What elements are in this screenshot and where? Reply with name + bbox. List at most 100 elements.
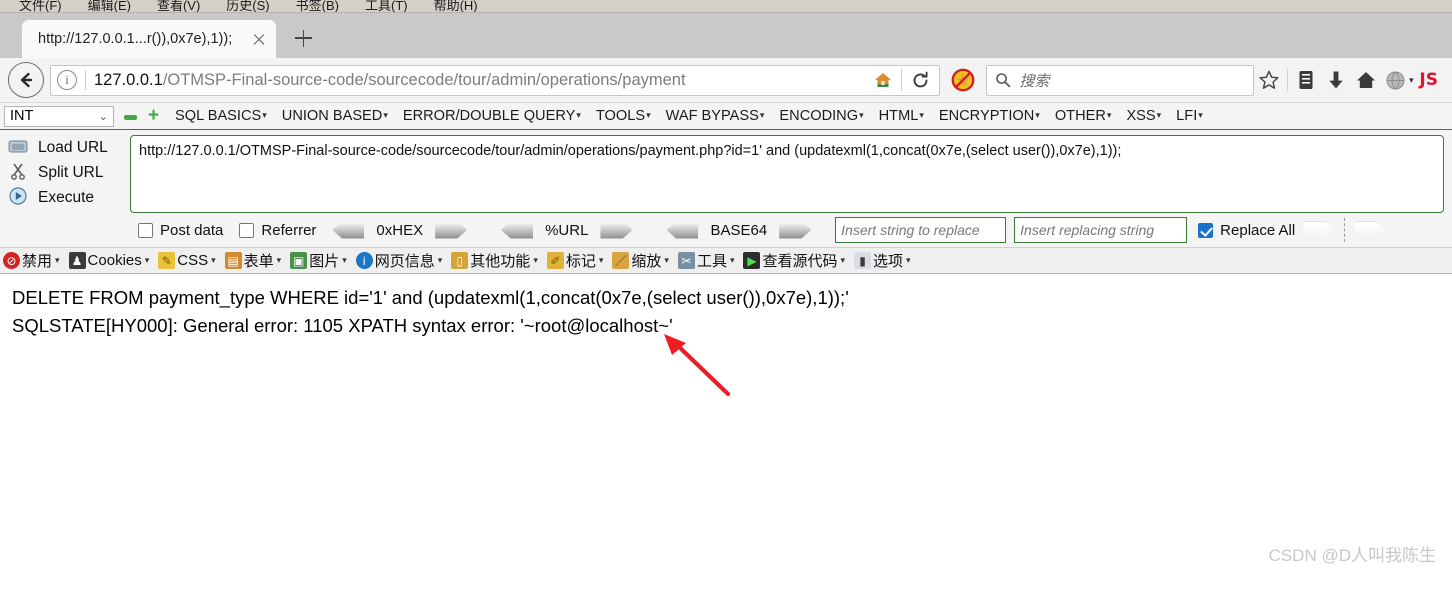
wd-item-resize[interactable]: ／ 缩放 ▾: [612, 250, 669, 271]
misc-icon: ▯: [451, 252, 469, 269]
hex-decode-button[interactable]: [332, 221, 365, 239]
hackbar-actions: Load URL Split URL Execute: [0, 135, 130, 213]
caret-down-icon: ▾: [646, 110, 651, 120]
caret-down-icon: ▾: [533, 255, 538, 265]
base64-encode-button[interactable]: [779, 221, 812, 239]
wd-item-misc[interactable]: ▯ 其他功能 ▾: [451, 250, 538, 271]
url-decode-button[interactable]: [501, 221, 534, 239]
referrer-label: Referrer: [261, 221, 317, 239]
account-globe-icon[interactable]: ▾: [1381, 65, 1417, 95]
scissors-icon: [6, 162, 30, 184]
address-bar[interactable]: i 127.0.0.1/OTMSP-Final-source-code/sour…: [50, 64, 941, 96]
wd-label: 工具: [696, 253, 727, 270]
hackbar-menu-encoding[interactable]: ENCODING▾: [779, 108, 863, 124]
watermark: CSDN @D人叫我陈生: [1268, 546, 1436, 565]
resize-ruler-icon: ／: [612, 252, 630, 269]
menu-bookmarks[interactable]: 书签(B): [283, 0, 352, 12]
hackbar-menu-html[interactable]: HTML▾: [879, 108, 924, 124]
hackbar-menu-error-double-query[interactable]: ERROR/DOUBLE QUERY▾: [403, 108, 581, 124]
split-url-button[interactable]: Split URL: [6, 160, 130, 185]
close-icon[interactable]: [248, 28, 270, 50]
wd-item-view-source[interactable]: ▶ 查看源代码 ▾: [743, 250, 845, 271]
wd-item-css[interactable]: ✎ CSS ▾: [158, 252, 216, 269]
referrer-checkbox[interactable]: [239, 222, 255, 238]
menu-view[interactable]: 查看(V): [144, 0, 213, 12]
replace-with-input[interactable]: Insert replacing string: [1014, 217, 1188, 243]
download-arrow-icon[interactable]: [1321, 65, 1351, 95]
hackbar-menu-encryption[interactable]: ENCRYPTION▾: [939, 108, 1040, 124]
payload-type-select[interactable]: INT ⌄: [4, 105, 114, 127]
wd-item-outline[interactable]: ✐ 标记 ▾: [546, 250, 603, 271]
hackbar-body: Load URL Split URL Execute http://127.0.…: [0, 130, 1452, 213]
wd-item-cookies[interactable]: ♟ Cookies ▾: [68, 252, 149, 269]
hackbar-menu-other[interactable]: OTHER▾: [1055, 108, 1112, 124]
execute-button[interactable]: Execute: [6, 185, 130, 210]
caret-down-icon: ▾: [383, 110, 388, 120]
wd-item-forms[interactable]: ▤ 表单 ▾: [224, 250, 281, 271]
home-button-icon[interactable]: [1351, 65, 1381, 95]
wd-item-page-info[interactable]: i 网页信息 ▾: [355, 250, 442, 271]
cookies-icon: ♟: [68, 252, 86, 269]
replace-apply-button[interactable]: [1303, 221, 1336, 239]
caret-down-icon: ▾: [342, 255, 347, 265]
back-button[interactable]: [8, 62, 44, 98]
star-icon[interactable]: [1254, 65, 1284, 95]
wd-item-disable[interactable]: ⊘ 禁用 ▾: [3, 250, 60, 271]
hackbar-menu-tools[interactable]: TOOLS▾: [596, 108, 651, 124]
home-icon[interactable]: [868, 66, 898, 95]
wd-item-options[interactable]: ▮ 选项 ▾: [854, 250, 911, 271]
menu-tools[interactable]: 工具(T): [352, 0, 421, 12]
add-payload-button[interactable]: +: [147, 106, 160, 125]
hackbar-menu-waf-bypass[interactable]: WAF BYPASS▾: [666, 108, 765, 124]
caret-down-icon: ▾: [906, 255, 911, 265]
new-tab-button[interactable]: [286, 21, 320, 55]
css-pencil-icon: ✎: [158, 252, 176, 269]
hex-encode-button[interactable]: [435, 221, 468, 239]
caret-down-icon: ▾: [1035, 110, 1040, 120]
search-bar[interactable]: 搜索: [986, 64, 1255, 96]
toolbar-divider-2: [1287, 69, 1289, 91]
hackbar-menu-union-based[interactable]: UNION BASED▾: [282, 108, 388, 124]
browser-tab[interactable]: http://127.0.0.1...r()),0x7e),1));: [22, 20, 276, 58]
menu-help[interactable]: 帮助(H): [421, 0, 491, 12]
wd-label: 缩放: [631, 253, 662, 270]
wd-label: Cookies: [87, 252, 142, 269]
menu-file[interactable]: 文件(F): [6, 0, 75, 12]
js-toggle-badge[interactable]: JS: [1419, 70, 1438, 90]
hackbar-menu-label: UNION BASED: [281, 108, 383, 124]
replace-search-input[interactable]: Insert string to replace: [835, 217, 1007, 243]
post-data-checkbox[interactable]: [138, 222, 153, 238]
library-icon[interactable]: [1291, 65, 1321, 95]
search-input-placeholder: 搜索: [1019, 72, 1050, 90]
caret-down-icon: ▾: [664, 255, 669, 265]
noscript-blocked-icon[interactable]: [948, 65, 978, 95]
remove-payload-button[interactable]: [124, 115, 137, 120]
play-icon: [6, 186, 30, 209]
hackbar-menu-sql-basics[interactable]: SQL BASICS▾: [175, 108, 267, 124]
web-developer-toolbar: ⊘ 禁用 ▾ ♟ Cookies ▾ ✎ CSS ▾ ▤ 表单 ▾ ▣ 图片 ▾ i 网页…: [0, 247, 1452, 274]
url-textarea[interactable]: http://127.0.0.1/OTMSP-Final-source-code…: [130, 135, 1444, 213]
wd-label: 禁用: [22, 253, 53, 270]
hackbar-menu-xss[interactable]: XSS▾: [1126, 108, 1161, 124]
load-url-label: Load URL: [38, 138, 108, 156]
hackbar-menu-row: INT ⌄ + SQL BASICS▾ UNION BASED▾ ERROR/D…: [0, 103, 1452, 130]
menu-edit[interactable]: 编辑(E): [75, 0, 144, 12]
hackbar-menu-lfi[interactable]: LFI▾: [1176, 108, 1203, 124]
load-url-button[interactable]: Load URL: [6, 135, 130, 160]
caret-down-icon: ▾: [1156, 110, 1162, 120]
site-info-icon[interactable]: i: [57, 70, 77, 90]
replace-extra-button[interactable]: [1354, 221, 1387, 239]
options-icon: ▮: [854, 252, 872, 269]
caret-down-icon: ▾: [840, 255, 846, 265]
navigation-toolbar: i 127.0.0.1/OTMSP-Final-source-code/sour…: [0, 58, 1452, 103]
replace-all-label: Replace All: [1220, 221, 1296, 239]
wd-item-images[interactable]: ▣ 图片 ▾: [290, 250, 347, 271]
outline-pencil-icon: ✐: [546, 252, 564, 269]
url-encode-button[interactable]: [600, 221, 633, 239]
base64-decode-button[interactable]: [666, 221, 699, 239]
reload-icon[interactable]: [905, 66, 935, 95]
menu-history[interactable]: 历史(S): [213, 0, 282, 12]
wd-item-tools[interactable]: ✂ 工具 ▾: [677, 250, 734, 271]
red-arrow-annotation: [660, 332, 740, 407]
replace-all-checkbox[interactable]: [1198, 222, 1214, 238]
